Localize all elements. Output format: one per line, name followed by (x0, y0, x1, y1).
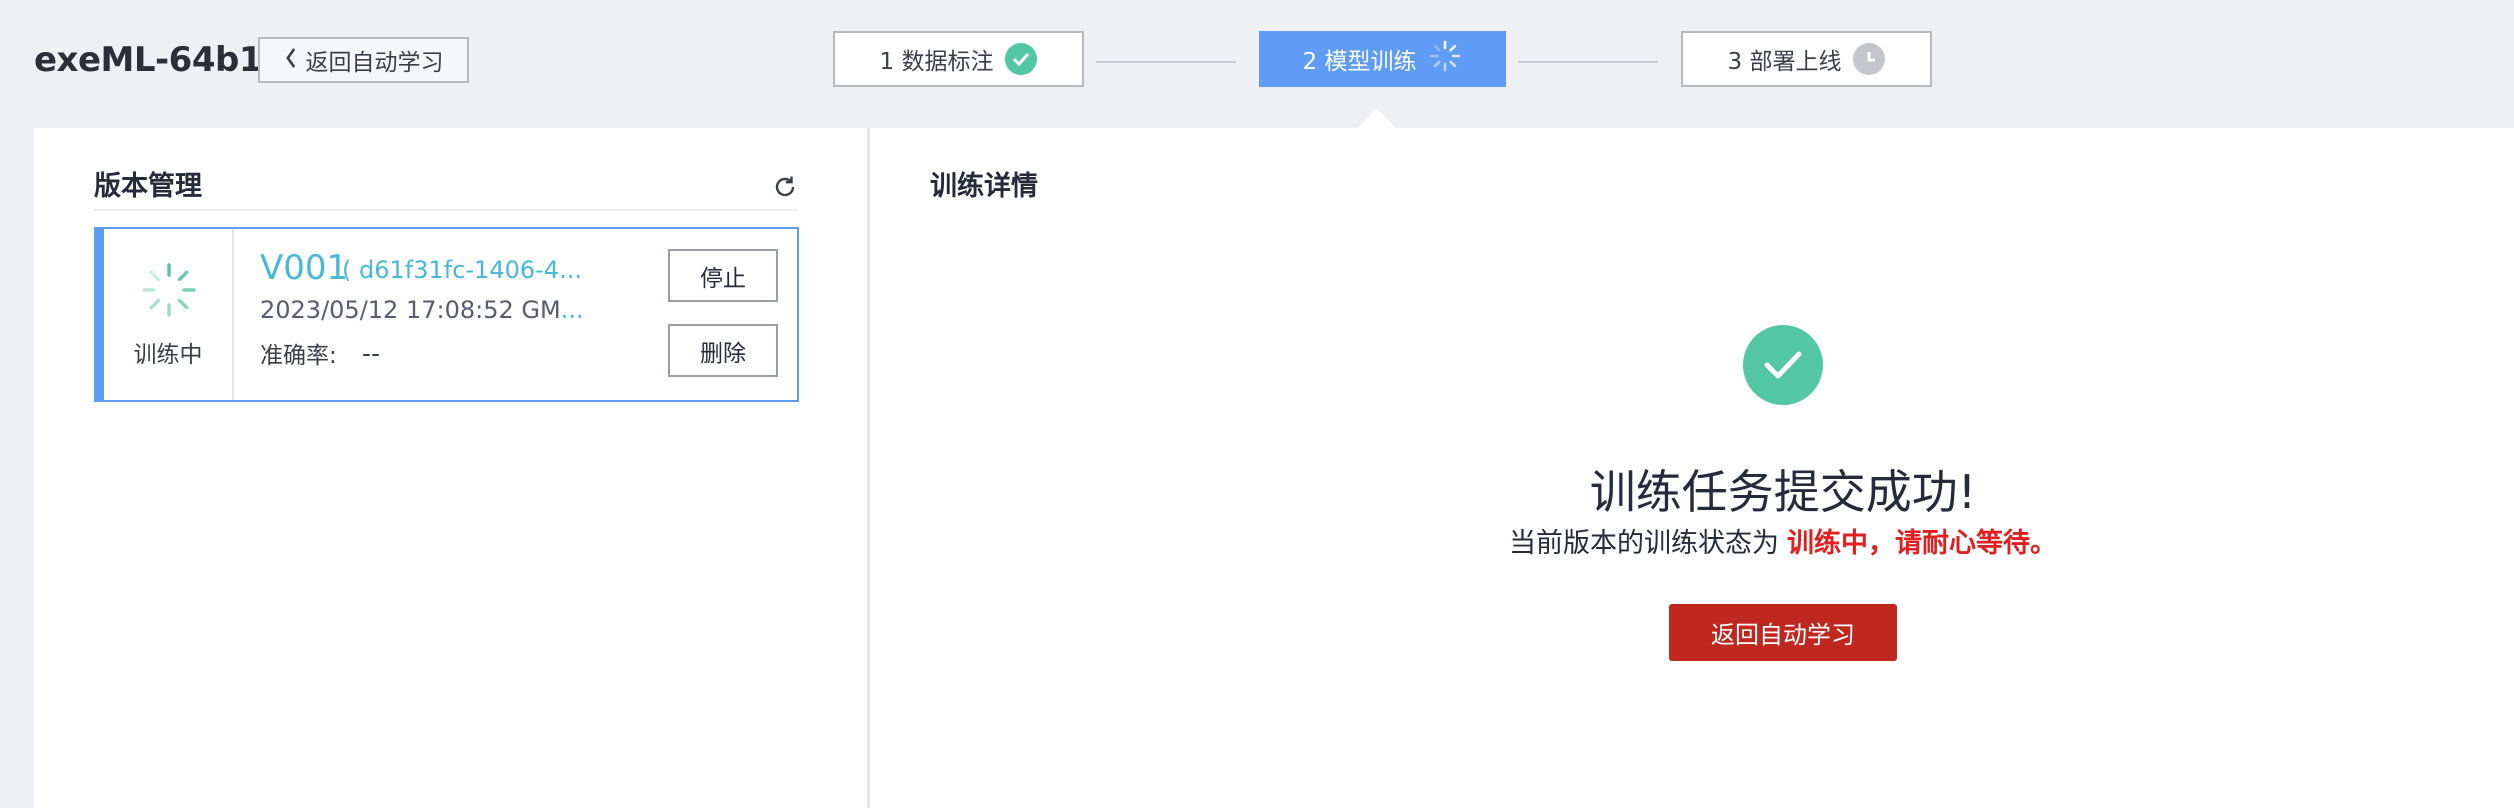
app-title: exeML-64b1 (34, 40, 262, 80)
version-status-column: 训练中 (104, 229, 234, 400)
back-button-label: 返回自动学习 (305, 50, 444, 76)
step-label: 2 模型训练 (1302, 49, 1417, 75)
accuracy-value: -- (362, 339, 381, 368)
step-label: 3 部署上线 (1727, 49, 1842, 75)
training-status-message: 当前版本的训练状态为 训练中，请耐心等待。 (1350, 524, 2216, 564)
refresh-icon[interactable] (772, 174, 798, 204)
chevron-left-icon (285, 47, 296, 73)
version-card[interactable]: 训练中 V001 ( d61f31fc-1406-4... 2023/05/12… (94, 227, 799, 402)
card-accent-stripe (96, 229, 104, 400)
spinner-icon (1428, 39, 1462, 79)
step-label: 1 数据标注 (879, 49, 994, 75)
version-created-time: 2023/05/12 17:08:52 GM... (260, 293, 584, 327)
version-id[interactable]: ( d61f31fc-1406-4... (342, 253, 582, 287)
back-to-automl-button[interactable]: 返回自动学习 (258, 37, 469, 83)
training-detail-title: 训练详情 (930, 171, 1038, 202)
loading-spinner-icon (140, 261, 198, 323)
active-step-pointer (1358, 108, 1396, 128)
step-model-training[interactable]: 2 模型训练 (1259, 31, 1506, 87)
version-status-label: 训练中 (133, 342, 203, 368)
step-connector (1518, 61, 1658, 63)
version-management-title: 版本管理 (94, 171, 202, 202)
check-circle-icon (1005, 43, 1038, 75)
clock-icon (1853, 43, 1886, 75)
version-time-text: 2023/05/12 17:08:52 GM (260, 296, 561, 324)
step-deploy[interactable]: 3 部署上线 (1681, 31, 1932, 87)
status-prefix: 当前版本的训练状态为 (1509, 528, 1779, 559)
success-check-icon (1743, 325, 1823, 405)
stop-button[interactable]: 停止 (668, 249, 778, 302)
version-name[interactable]: V001 (260, 247, 348, 289)
delete-button[interactable]: 删除 (668, 324, 778, 377)
return-to-automl-button[interactable]: 返回自动学习 (1669, 604, 1897, 661)
step-connector (1096, 61, 1236, 63)
step-data-labeling[interactable]: 1 数据标注 (833, 31, 1084, 87)
success-title: 训练任务提交成功! (1589, 465, 1977, 519)
section-rule (94, 209, 798, 211)
status-highlight: 训练中，请耐心等待。 (1787, 528, 2057, 559)
accuracy-label: 准确率: (260, 343, 337, 369)
version-time-ellipsis: ... (560, 296, 584, 324)
